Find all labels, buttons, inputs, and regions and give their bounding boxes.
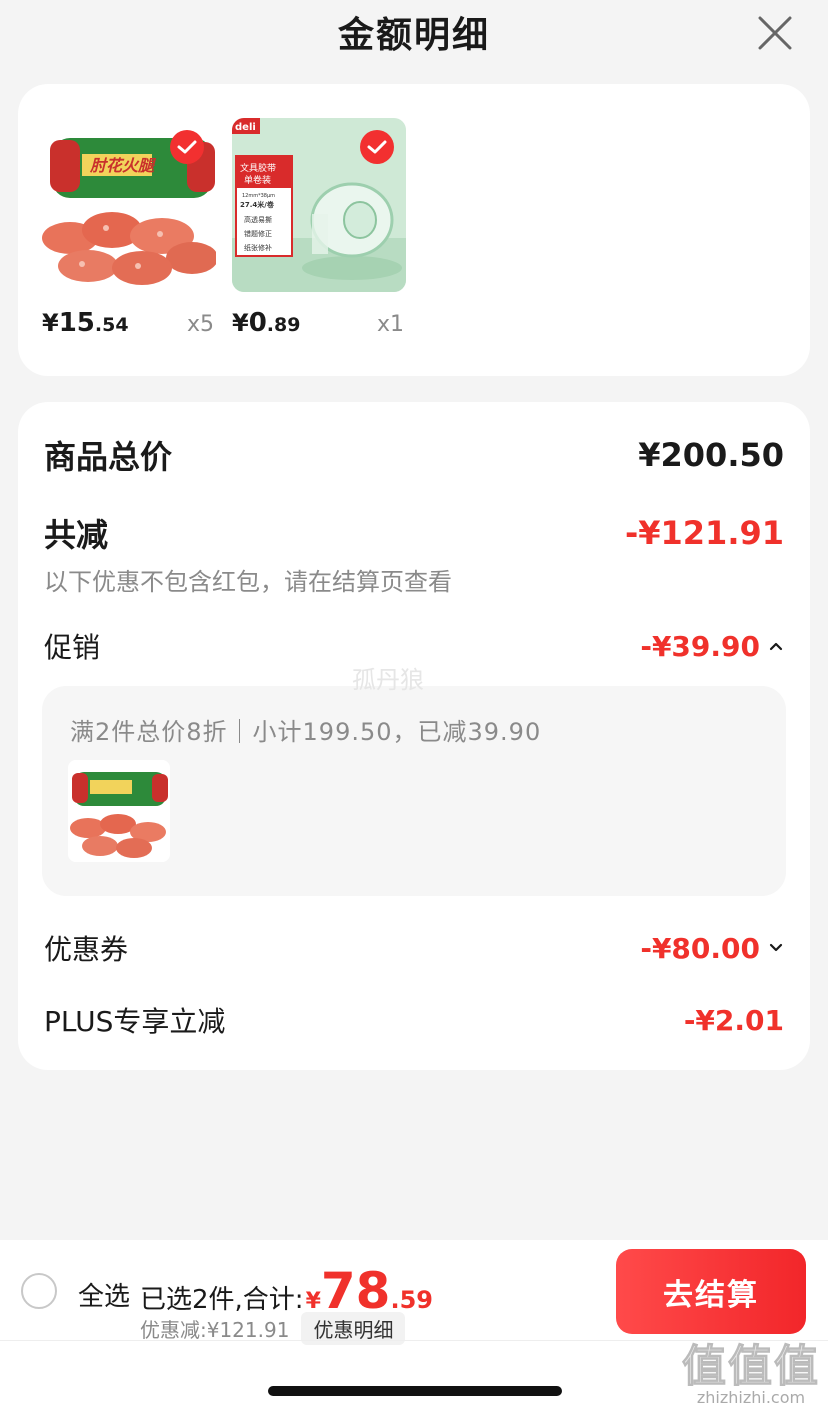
checked-icon[interactable] <box>170 130 204 164</box>
promotion-description: 满2件总价8折｜小计199.50，已减39.90 <box>70 718 542 746</box>
svg-text:单卷装: 单卷装 <box>244 174 271 186</box>
page-header: 金额明细 <box>0 0 828 70</box>
reduction-label: 共减 <box>44 516 109 554</box>
checked-icon[interactable] <box>360 130 394 164</box>
chevron-up-icon[interactable] <box>768 640 784 652</box>
reduction-value: -¥121.91 <box>624 514 784 552</box>
svg-text:12mm*38μm: 12mm*38μm <box>242 193 275 199</box>
watermark-text: 孤丹狼 <box>352 666 424 694</box>
svg-text:文具胶带: 文具胶带 <box>240 162 276 174</box>
sausage-image: 肘花火腿 <box>42 118 216 292</box>
checkout-button[interactable]: 去结算 <box>616 1249 806 1334</box>
plus-discount-row: PLUS专享立减 -¥2.01 <box>44 998 784 1042</box>
tape-image: deli 文具胶带 单卷装 12mm*38μm 27.4米/卷 高透易撕 错题修… <box>232 118 406 292</box>
select-all-radio[interactable] <box>21 1273 57 1309</box>
subtotal-label: 商品总价 <box>44 438 173 476</box>
site-watermark: 值值值 zhizhizhi.com <box>682 1341 820 1408</box>
selected-products-card: 肘花火腿 ¥15.54 x5 deli 文具胶带 单卷装 12mm*38μm 2… <box>18 84 810 376</box>
coupon-value: -¥80.00 <box>640 932 784 965</box>
home-indicator <box>268 1386 562 1396</box>
product-quantity: x5 <box>186 312 214 337</box>
plus-discount-label: PLUS专享立减 <box>44 1005 226 1038</box>
order-summary: 已选2件,合计: ¥ 78 .59 <box>140 1266 433 1316</box>
promotion-label: 促销 <box>44 631 101 664</box>
coupon-row[interactable]: 优惠券 -¥80.00 <box>44 926 784 970</box>
svg-text:deli: deli <box>235 122 256 133</box>
product-item[interactable]: 肘花火腿 ¥15.54 x5 <box>42 118 216 338</box>
total-decimal: .59 <box>390 1286 433 1314</box>
subtotal-row: 商品总价 ¥200.50 <box>44 432 784 478</box>
product-price-row: ¥0.89 x1 <box>232 308 406 342</box>
product-price-row: ¥15.54 x5 <box>42 308 216 342</box>
svg-text:纸张修补: 纸张修补 <box>244 243 272 252</box>
total-integer: 78 <box>320 1262 391 1320</box>
promotion-product-thumbnail[interactable] <box>68 760 170 862</box>
discount-text: 优惠减:¥121.91 <box>140 1318 290 1342</box>
product-price: ¥15.54 <box>42 308 129 338</box>
reduction-note: 以下优惠不包含红包，请在结算页查看 <box>44 568 452 596</box>
product-item[interactable]: deli 文具胶带 单卷装 12mm*38μm 27.4米/卷 高透易撕 错题修… <box>232 118 406 338</box>
svg-text:高透易撕: 高透易撕 <box>244 215 272 224</box>
price-detail-card: 商品总价 ¥200.50 共减 -¥121.91 以下优惠不包含红包，请在结算页… <box>18 402 810 1070</box>
subtotal-value: ¥200.50 <box>638 436 784 474</box>
select-all-label[interactable]: 全选 <box>78 1276 130 1313</box>
summary-text: 已选2件,合计: <box>140 1285 304 1315</box>
chevron-down-icon[interactable] <box>768 942 784 954</box>
product-price: ¥0.89 <box>232 308 301 338</box>
coupon-label: 优惠券 <box>44 933 129 966</box>
svg-text:肘花火腿: 肘花火腿 <box>89 156 157 175</box>
page-title: 金额明细 <box>337 15 490 56</box>
promotion-detail-box: 满2件总价8折｜小计199.50，已减39.90 <box>42 686 786 896</box>
svg-text:27.4米/卷: 27.4米/卷 <box>240 200 275 209</box>
plus-discount-value: -¥2.01 <box>683 1003 784 1037</box>
reduction-row: 共减 -¥121.91 <box>44 510 784 556</box>
total-currency: ¥ <box>305 1289 321 1314</box>
promotion-value: -¥39.90 <box>640 630 784 663</box>
svg-text:错题修正: 错题修正 <box>244 229 272 238</box>
product-quantity: x1 <box>376 312 404 337</box>
close-icon[interactable] <box>756 14 794 52</box>
